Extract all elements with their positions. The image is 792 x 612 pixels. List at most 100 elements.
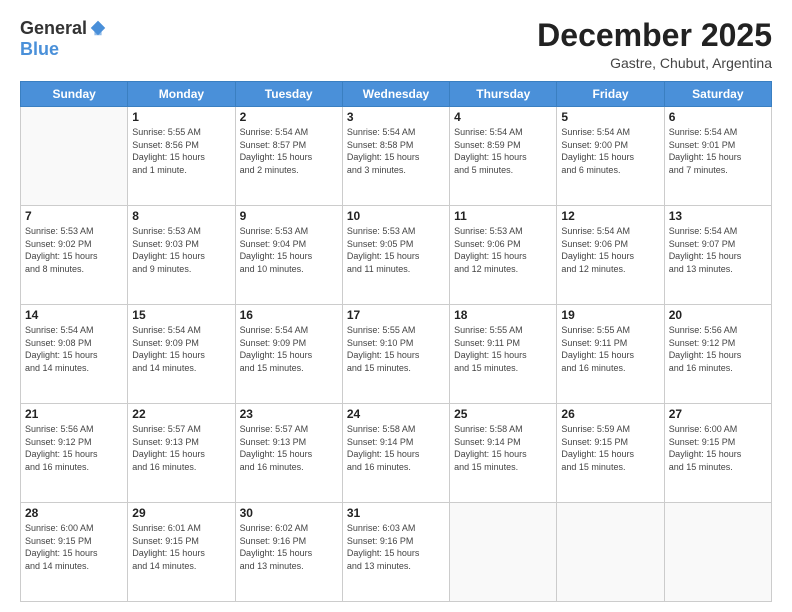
- day-number: 18: [454, 308, 552, 322]
- day-info: Sunrise: 5:57 AM Sunset: 9:13 PM Dayligh…: [132, 423, 230, 473]
- calendar-cell: [664, 503, 771, 602]
- day-info: Sunrise: 5:55 AM Sunset: 8:56 PM Dayligh…: [132, 126, 230, 176]
- day-number: 1: [132, 110, 230, 124]
- calendar-cell: 6Sunrise: 5:54 AM Sunset: 9:01 PM Daylig…: [664, 107, 771, 206]
- header-monday: Monday: [128, 82, 235, 107]
- calendar-week-2: 7Sunrise: 5:53 AM Sunset: 9:02 PM Daylig…: [21, 206, 772, 305]
- calendar-cell: 26Sunrise: 5:59 AM Sunset: 9:15 PM Dayli…: [557, 404, 664, 503]
- calendar-cell: 12Sunrise: 5:54 AM Sunset: 9:06 PM Dayli…: [557, 206, 664, 305]
- day-info: Sunrise: 5:54 AM Sunset: 9:08 PM Dayligh…: [25, 324, 123, 374]
- calendar-cell: 17Sunrise: 5:55 AM Sunset: 9:10 PM Dayli…: [342, 305, 449, 404]
- day-info: Sunrise: 5:53 AM Sunset: 9:06 PM Dayligh…: [454, 225, 552, 275]
- calendar-week-1: 1 Sunrise: 5:55 AM Sunset: 8:56 PM Daylig…: [21, 107, 772, 206]
- day-info: Sunrise: 5:54 AM Sunset: 9:09 PM Dayligh…: [132, 324, 230, 374]
- day-info: Sunrise: 5:53 AM Sunset: 9:05 PM Dayligh…: [347, 225, 445, 275]
- calendar-cell: [21, 107, 128, 206]
- calendar-cell: 4 Sunrise: 5:54 AM Sunset: 8:59 PM Daylig…: [450, 107, 557, 206]
- day-info: Sunrise: 6:03 AM Sunset: 9:16 PM Dayligh…: [347, 522, 445, 572]
- day-info: Sunrise: 5:53 AM Sunset: 9:03 PM Dayligh…: [132, 225, 230, 275]
- day-info: Sunrise: 6:00 AM Sunset: 9:15 PM Dayligh…: [669, 423, 767, 473]
- day-number: 16: [240, 308, 338, 322]
- calendar-cell: 19 Sunrise: 5:55 AM Sunset: 9:11 PM Dayli…: [557, 305, 664, 404]
- logo-general: General: [20, 18, 87, 39]
- calendar-cell: 21 Sunrise: 5:56 AM Sunset: 9:12 PM Dayli…: [21, 404, 128, 503]
- day-number: 17: [347, 308, 445, 322]
- calendar-cell: 9 Sunrise: 5:53 AM Sunset: 9:04 PM Daylig…: [235, 206, 342, 305]
- day-info: Sunrise: 5:56 AM Sunset: 9:12 PM Dayligh…: [669, 324, 767, 374]
- day-number: 29: [132, 506, 230, 520]
- day-number: 9: [240, 209, 338, 223]
- day-number: 24: [347, 407, 445, 421]
- calendar-cell: 14 Sunrise: 5:54 AM Sunset: 9:08 PM Dayli…: [21, 305, 128, 404]
- month-title: December 2025: [537, 18, 772, 53]
- day-number: 28: [25, 506, 123, 520]
- logo: General Blue: [20, 18, 107, 60]
- calendar-cell: 22 Sunrise: 5:57 AM Sunset: 9:13 PM Dayli…: [128, 404, 235, 503]
- day-number: 26: [561, 407, 659, 421]
- day-info: Sunrise: 5:54 AM Sunset: 9:09 PM Dayligh…: [240, 324, 338, 374]
- day-info: Sunrise: 5:56 AM Sunset: 9:12 PM Dayligh…: [25, 423, 123, 473]
- calendar-cell: 24 Sunrise: 5:58 AM Sunset: 9:14 PM Dayli…: [342, 404, 449, 503]
- calendar-cell: 10 Sunrise: 5:53 AM Sunset: 9:05 PM Dayli…: [342, 206, 449, 305]
- day-number: 4: [454, 110, 552, 124]
- day-info: Sunrise: 5:57 AM Sunset: 9:13 PM Dayligh…: [240, 423, 338, 473]
- day-number: 19: [561, 308, 659, 322]
- day-number: 2: [240, 110, 338, 124]
- day-info: Sunrise: 5:53 AM Sunset: 9:02 PM Dayligh…: [25, 225, 123, 275]
- calendar-cell: [450, 503, 557, 602]
- day-number: 30: [240, 506, 338, 520]
- day-number: 8: [132, 209, 230, 223]
- day-number: 3: [347, 110, 445, 124]
- calendar-cell: 28 Sunrise: 6:00 AM Sunset: 9:15 PM Dayli…: [21, 503, 128, 602]
- day-number: 14: [25, 308, 123, 322]
- calendar-cell: 13 Sunrise: 5:54 AM Sunset: 9:07 PM Dayli…: [664, 206, 771, 305]
- calendar-cell: 15 Sunrise: 5:54 AM Sunset: 9:09 PM Dayli…: [128, 305, 235, 404]
- calendar-cell: 30Sunrise: 6:02 AM Sunset: 9:16 PM Dayli…: [235, 503, 342, 602]
- calendar-cell: 16 Sunrise: 5:54 AM Sunset: 9:09 PM Dayli…: [235, 305, 342, 404]
- logo-blue: Blue: [20, 39, 59, 60]
- day-info: Sunrise: 5:55 AM Sunset: 9:11 PM Dayligh…: [454, 324, 552, 374]
- location: Gastre, Chubut, Argentina: [537, 55, 772, 71]
- day-info: Sunrise: 5:54 AM Sunset: 8:58 PM Dayligh…: [347, 126, 445, 176]
- page: General Blue December 2025 Gastre, Chubu…: [0, 0, 792, 612]
- calendar-cell: 11 Sunrise: 5:53 AM Sunset: 9:06 PM Dayli…: [450, 206, 557, 305]
- day-number: 11: [454, 209, 552, 223]
- day-info: Sunrise: 6:00 AM Sunset: 9:15 PM Dayligh…: [25, 522, 123, 572]
- logo-icon: [89, 19, 107, 37]
- day-info: Sunrise: 5:58 AM Sunset: 9:14 PM Dayligh…: [347, 423, 445, 473]
- calendar-week-4: 21 Sunrise: 5:56 AM Sunset: 9:12 PM Dayli…: [21, 404, 772, 503]
- calendar-cell: 5Sunrise: 5:54 AM Sunset: 9:00 PM Daylig…: [557, 107, 664, 206]
- header-thursday: Thursday: [450, 82, 557, 107]
- day-number: 13: [669, 209, 767, 223]
- calendar-cell: 2 Sunrise: 5:54 AM Sunset: 8:57 PM Daylig…: [235, 107, 342, 206]
- day-number: 15: [132, 308, 230, 322]
- header-friday: Friday: [557, 82, 664, 107]
- day-number: 21: [25, 407, 123, 421]
- day-info: Sunrise: 5:55 AM Sunset: 9:11 PM Dayligh…: [561, 324, 659, 374]
- day-number: 10: [347, 209, 445, 223]
- day-info: Sunrise: 5:54 AM Sunset: 9:01 PM Dayligh…: [669, 126, 767, 176]
- calendar-week-3: 14 Sunrise: 5:54 AM Sunset: 9:08 PM Dayli…: [21, 305, 772, 404]
- calendar-cell: 1 Sunrise: 5:55 AM Sunset: 8:56 PM Daylig…: [128, 107, 235, 206]
- day-info: Sunrise: 5:54 AM Sunset: 9:07 PM Dayligh…: [669, 225, 767, 275]
- day-info: Sunrise: 5:54 AM Sunset: 8:59 PM Dayligh…: [454, 126, 552, 176]
- calendar: Sunday Monday Tuesday Wednesday Thursday…: [20, 81, 772, 602]
- calendar-cell: 7Sunrise: 5:53 AM Sunset: 9:02 PM Daylig…: [21, 206, 128, 305]
- day-number: 31: [347, 506, 445, 520]
- day-number: 25: [454, 407, 552, 421]
- day-number: 23: [240, 407, 338, 421]
- day-number: 27: [669, 407, 767, 421]
- calendar-week-5: 28 Sunrise: 6:00 AM Sunset: 9:15 PM Dayli…: [21, 503, 772, 602]
- header-wednesday: Wednesday: [342, 82, 449, 107]
- day-number: 12: [561, 209, 659, 223]
- day-info: Sunrise: 6:01 AM Sunset: 9:15 PM Dayligh…: [132, 522, 230, 572]
- header-saturday: Saturday: [664, 82, 771, 107]
- day-info: Sunrise: 5:54 AM Sunset: 8:57 PM Dayligh…: [240, 126, 338, 176]
- calendar-cell: 3 Sunrise: 5:54 AM Sunset: 8:58 PM Daylig…: [342, 107, 449, 206]
- day-number: 22: [132, 407, 230, 421]
- day-number: 20: [669, 308, 767, 322]
- day-info: Sunrise: 5:53 AM Sunset: 9:04 PM Dayligh…: [240, 225, 338, 275]
- day-info: Sunrise: 5:54 AM Sunset: 9:00 PM Dayligh…: [561, 126, 659, 176]
- calendar-cell: 20 Sunrise: 5:56 AM Sunset: 9:12 PM Dayli…: [664, 305, 771, 404]
- calendar-cell: 27 Sunrise: 6:00 AM Sunset: 9:15 PM Dayli…: [664, 404, 771, 503]
